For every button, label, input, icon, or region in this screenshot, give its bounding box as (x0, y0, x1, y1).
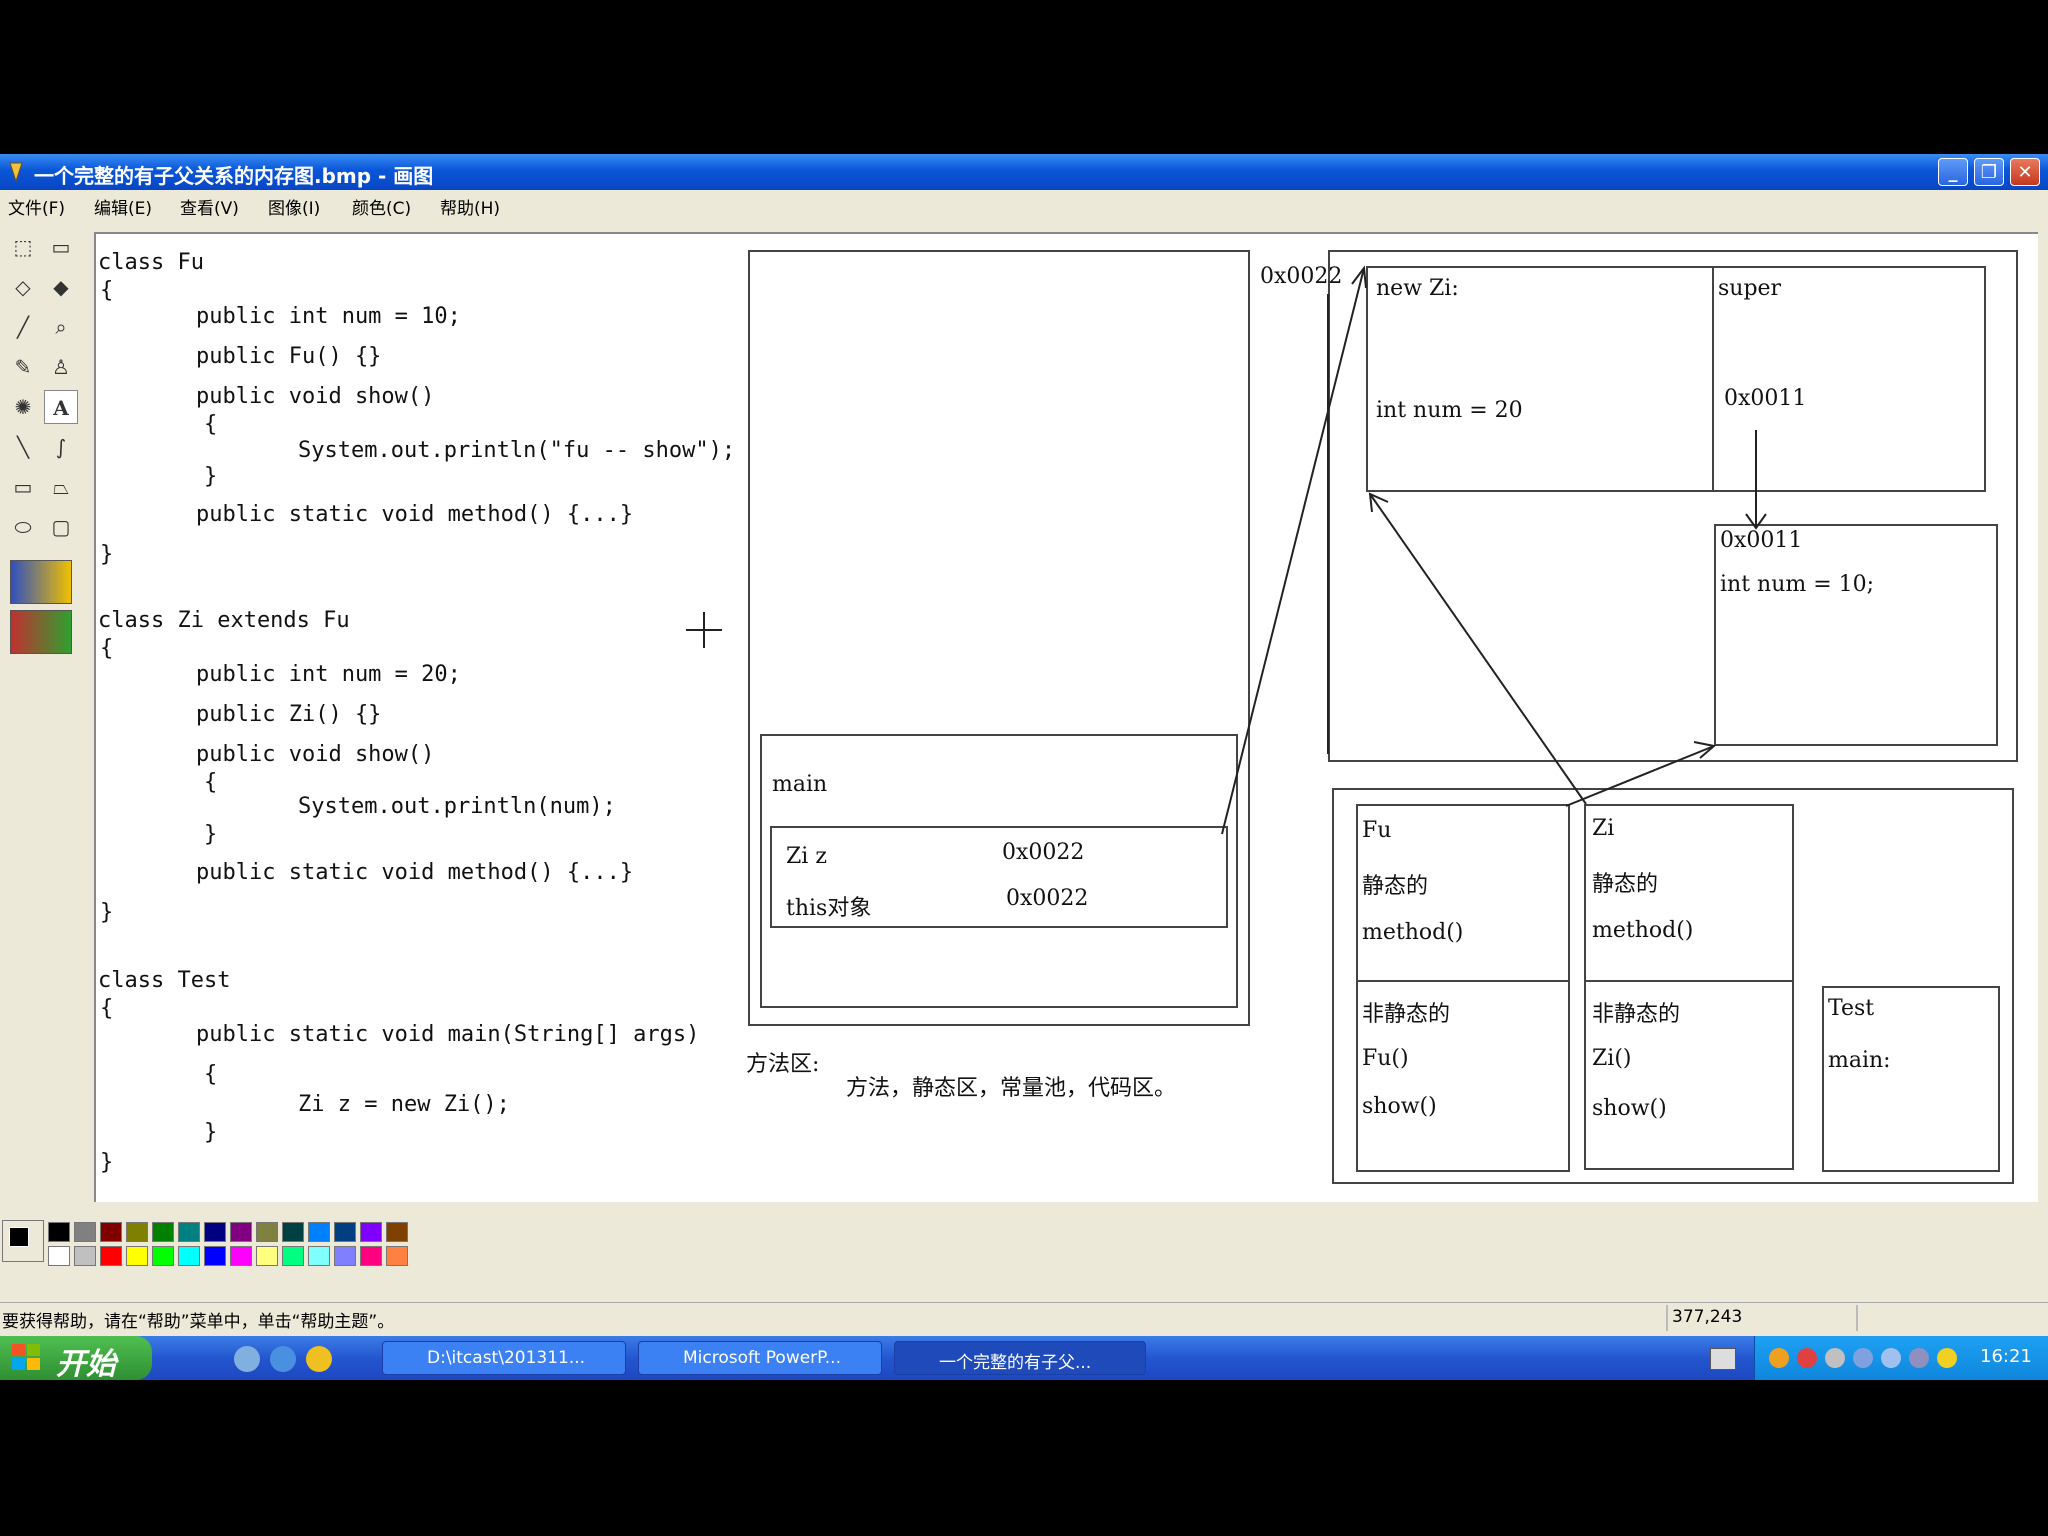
color-swatch[interactable] (230, 1246, 252, 1266)
color-swatch[interactable] (204, 1246, 226, 1266)
start-button[interactable]: 开始 (0, 1336, 152, 1382)
color-swatch[interactable] (334, 1222, 356, 1242)
arrow-stack-to-heap (1221, 267, 1365, 835)
menu-colors[interactable]: 颜色(C) (352, 194, 411, 219)
color-swatch[interactable] (74, 1246, 96, 1266)
menu-view[interactable]: 查看(V) (180, 194, 239, 219)
system-tray: 16:21 (1754, 1336, 2048, 1380)
clock: 16:21 (1980, 1346, 2032, 1367)
start-label: 开始 (56, 1347, 116, 1382)
color-swatch[interactable] (48, 1222, 70, 1242)
line-icon[interactable]: ╲ (6, 430, 40, 464)
toolbox: ⬚ ▭ ◇ ◆ ╱ ⌕ ✎ ♙ ✺ A ╲ ∫ ▭ ⏢ ⬭ ▢ (0, 230, 88, 1202)
tray-icon[interactable] (1825, 1348, 1845, 1368)
color-swatch[interactable] (386, 1246, 408, 1266)
eraser-icon[interactable]: ◇ (6, 270, 40, 304)
color-swatch[interactable] (126, 1222, 148, 1242)
opaque-mode-icon[interactable] (10, 560, 72, 604)
color-swatch[interactable] (204, 1222, 226, 1242)
color-swatch[interactable] (360, 1246, 382, 1266)
color-swatch[interactable] (152, 1246, 174, 1266)
arrow-zi-class-to-fu (1565, 745, 1715, 807)
color-swatch[interactable] (100, 1246, 122, 1266)
color-swatch[interactable] (360, 1222, 382, 1242)
minimize-button[interactable]: _ (1938, 158, 1968, 186)
color-swatch[interactable] (100, 1222, 122, 1242)
tray-icon[interactable] (1769, 1348, 1789, 1368)
paint-app-icon (9, 162, 23, 183)
transparent-mode-icon[interactable] (10, 610, 72, 654)
paint-window: 一个完整的有子父关系的内存图.bmp - 画图 _ ❐ ✕ 文件(F) 编辑(E… (0, 154, 2048, 1338)
rounded-rect-icon[interactable]: ▢ (44, 510, 78, 544)
color-swatch[interactable] (152, 1222, 174, 1242)
foreground-color (9, 1227, 29, 1247)
cursor-coordinates: 377,243 (1672, 1307, 1743, 1327)
menu-file[interactable]: 文件(F) (8, 194, 65, 219)
color-swatch[interactable] (74, 1222, 96, 1242)
text-tool-icon[interactable]: A (44, 390, 78, 424)
reference-arrows (1221, 265, 1767, 835)
quicklaunch-ie-icon[interactable] (234, 1346, 260, 1372)
color-swatch[interactable] (334, 1246, 356, 1266)
color-swatch[interactable] (282, 1222, 304, 1242)
rect-select-icon[interactable]: ▭ (44, 230, 78, 264)
color-swatch[interactable] (308, 1246, 330, 1266)
tray-icon[interactable] (1853, 1348, 1873, 1368)
current-colors[interactable] (2, 1220, 44, 1262)
menu-bar: 文件(F) 编辑(E) 查看(V) 图像(I) 颜色(C) 帮助(H) (0, 190, 2048, 219)
menu-image[interactable]: 图像(I) (268, 194, 320, 219)
task-powerpoint-label: Microsoft PowerP... (683, 1348, 841, 1368)
task-explorer[interactable]: D:\itcast\201311... (382, 1341, 626, 1375)
color-swatch[interactable] (48, 1246, 70, 1266)
status-separator (1856, 1305, 1858, 1331)
ellipse-icon[interactable]: ⬭ (6, 510, 40, 544)
fill-icon[interactable]: ◆ (44, 270, 78, 304)
curve-icon[interactable]: ∫ (44, 430, 78, 464)
keyboard-icon[interactable] (1710, 1348, 1736, 1370)
window-title: 一个完整的有子父关系的内存图.bmp - 画图 (34, 164, 434, 188)
airbrush-icon[interactable]: ✺ (6, 390, 40, 424)
magnifier-icon[interactable]: ⌕ (44, 310, 78, 344)
status-bar: 要获得帮助，请在“帮助”菜单中，单击“帮助主题”。 377,243 (0, 1302, 2048, 1333)
taskbar: 开始 D:\itcast\201311... Microsoft PowerP.… (0, 1336, 2048, 1382)
color-swatch[interactable] (256, 1246, 278, 1266)
task-powerpoint[interactable]: Microsoft PowerP... (638, 1341, 882, 1375)
color-swatch[interactable] (230, 1222, 252, 1242)
color-swatch[interactable] (386, 1222, 408, 1242)
color-swatch[interactable] (256, 1222, 278, 1242)
restore-button[interactable]: ❐ (1974, 158, 2004, 186)
quicklaunch-browser-icon[interactable] (270, 1346, 296, 1372)
color-swatch[interactable] (126, 1246, 148, 1266)
quicklaunch-app-icon[interactable] (306, 1346, 332, 1372)
tray-icon[interactable] (1937, 1348, 1957, 1368)
close-button[interactable]: ✕ (2010, 158, 2040, 186)
title-bar[interactable]: 一个完整的有子父关系的内存图.bmp - 画图 _ ❐ ✕ (0, 154, 2048, 190)
task-paint-label: 一个完整的有子父... (939, 1353, 1092, 1373)
color-swatch[interactable] (178, 1222, 200, 1242)
brush-icon[interactable]: ♙ (44, 350, 78, 384)
windows-logo-icon (12, 1344, 40, 1370)
color-swatch[interactable] (308, 1222, 330, 1242)
drawing-canvas[interactable]: class Fu{public int num = 10; public Fu()… (94, 232, 2038, 1202)
picker-icon[interactable]: ╱ (6, 310, 40, 344)
menu-edit[interactable]: 编辑(E) (94, 194, 152, 219)
tray-icon[interactable] (1797, 1348, 1817, 1368)
polygon-icon[interactable]: ⏢ (44, 470, 78, 504)
color-palette (0, 1218, 2048, 1282)
status-separator (1666, 1305, 1668, 1331)
menu-help[interactable]: 帮助(H) (440, 194, 500, 219)
rectangle-icon[interactable]: ▭ (6, 470, 40, 504)
free-select-icon[interactable]: ⬚ (6, 230, 40, 264)
color-swatch[interactable] (282, 1246, 304, 1266)
arrow-zi-class-to-object (1369, 493, 1587, 805)
color-swatch[interactable] (178, 1246, 200, 1266)
task-explorer-label: D:\itcast\201311... (427, 1348, 586, 1368)
tray-icon[interactable] (1881, 1348, 1901, 1368)
status-help-text: 要获得帮助，请在“帮助”菜单中，单击“帮助主题”。 (2, 1312, 395, 1332)
task-paint[interactable]: 一个完整的有子父... (894, 1341, 1146, 1375)
tray-icon[interactable] (1909, 1348, 1929, 1368)
pencil-icon[interactable]: ✎ (6, 350, 40, 384)
